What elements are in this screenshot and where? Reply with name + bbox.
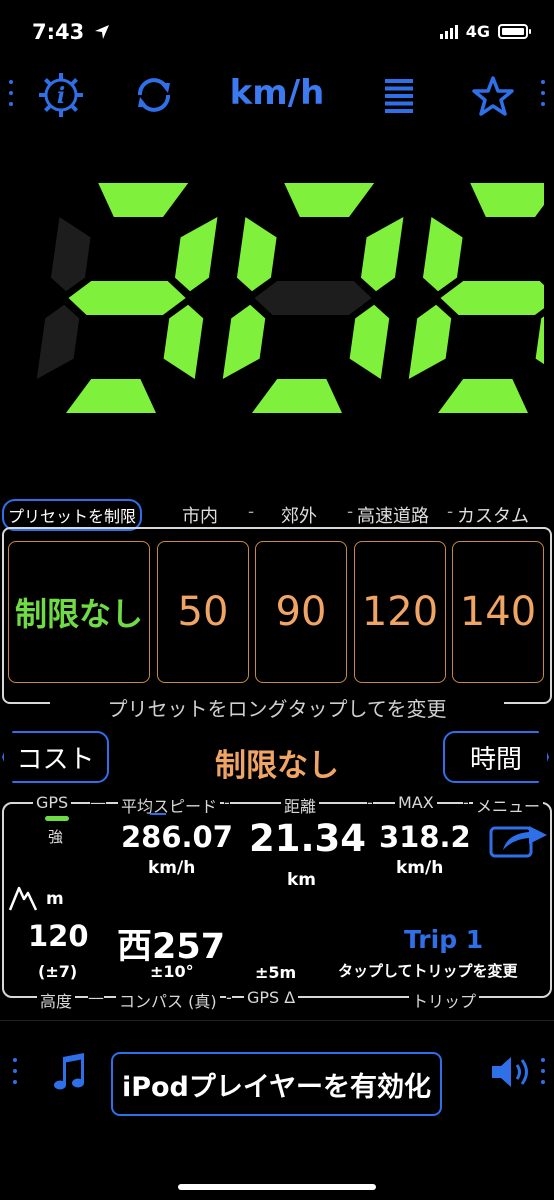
digit-0-segment-f	[50, 217, 91, 292]
digit-0-segment-c	[163, 304, 204, 379]
gps-delta-value: ±5m	[255, 963, 297, 982]
preset-cat-custom: カスタム	[457, 506, 529, 527]
time-button[interactable]: 時間	[443, 731, 549, 783]
max-speed-unit: km/h	[396, 858, 444, 878]
avg-speed-label: 平均スピード	[118, 793, 221, 817]
digit-0-segment-g	[68, 281, 186, 315]
bottom-right-dots-icon[interactable]	[541, 1058, 547, 1084]
digit-0-segment-e	[36, 304, 80, 379]
digit-2-segment-a	[470, 183, 544, 217]
altitude-label: 高度	[37, 988, 76, 1012]
home-indicator	[178, 1184, 376, 1190]
star-icon[interactable]	[472, 76, 514, 116]
trip-name[interactable]: Trip 1	[404, 925, 483, 954]
preset-90-button[interactable]: 90	[255, 541, 347, 683]
avg-speed-unit: km/h	[148, 858, 196, 878]
digit-2-segment-g	[440, 281, 544, 315]
digit-1-segment-e	[222, 304, 266, 379]
music-note-icon[interactable]	[53, 1053, 89, 1093]
digit-1-segment-f	[236, 217, 277, 292]
divider: -	[463, 793, 469, 812]
share-icon[interactable]	[489, 822, 551, 858]
divider: -	[447, 502, 454, 522]
divider: -	[367, 793, 373, 812]
ipod-enable-button[interactable]: iPodプレイヤーを有効化	[111, 1052, 442, 1116]
preset-none-button[interactable]: 制限なし	[8, 541, 150, 683]
compass-label: コンパス (真)	[116, 988, 220, 1012]
location-arrow-icon	[94, 25, 109, 39]
digit-1-segment-a	[284, 183, 375, 217]
list-icon[interactable]	[385, 79, 413, 113]
bottom-left-dots-icon[interactable]	[13, 1058, 19, 1084]
altitude-accuracy: (±7)	[38, 962, 78, 981]
digit-2-segment-f	[422, 217, 463, 292]
digit-0-segment-b	[174, 217, 218, 292]
avg-speed-value: 286.07	[121, 820, 233, 854]
signal-icon	[439, 24, 458, 39]
gps-label: GPS	[33, 793, 72, 812]
unit-toggle[interactable]: km/h	[0, 73, 554, 113]
digit-2-segment-c	[535, 316, 544, 365]
menu-label: メニュー	[473, 793, 544, 817]
max-speed-value: 318.2	[379, 820, 471, 854]
distance-unit: km	[287, 870, 317, 890]
divider: -	[226, 988, 232, 1007]
gps-delta-label: GPS Δ	[244, 988, 299, 1007]
digit-0-segment-d	[66, 379, 156, 413]
digit-1-segment-b	[360, 217, 404, 292]
trip-hint[interactable]: タップしてトリップを変更	[338, 960, 518, 981]
mountain-icon	[8, 886, 38, 911]
preset-140-button[interactable]: 140	[452, 541, 544, 683]
digit-1-segment-g	[254, 281, 372, 315]
trip-label: トリップ	[409, 988, 480, 1012]
digit-2-segment-e	[408, 304, 452, 379]
distance-label: 距離	[281, 793, 320, 817]
gps-strength: 強	[48, 828, 64, 846]
preset-cat-highway: 高速道路	[357, 506, 429, 527]
digit-2-segment-d	[438, 379, 528, 413]
preset-120-button[interactable]: 120	[354, 541, 446, 683]
divider: -	[248, 502, 255, 522]
divider: —	[88, 988, 104, 1007]
digit-0-segment-a	[98, 183, 189, 217]
compass-accuracy: ±10°	[150, 962, 194, 981]
divider: -	[224, 793, 230, 812]
battery-icon	[498, 24, 531, 39]
status-time: 7:43	[32, 20, 110, 44]
preset-footer-hint: プリセットをロングタップしてを変更	[50, 693, 504, 722]
preset-cat-city: 市内	[182, 506, 218, 527]
right-menu-dots-icon[interactable]	[541, 80, 547, 106]
max-label: MAX	[395, 793, 437, 812]
bottom-divider	[0, 1020, 554, 1021]
preset-50-button[interactable]: 50	[157, 541, 249, 683]
altitude-unit: m	[46, 889, 64, 909]
divider: —	[90, 793, 106, 812]
preset-cat-suburb: 郊外	[281, 506, 317, 527]
speed-display	[36, 183, 544, 413]
digit-1-segment-c	[349, 304, 390, 379]
digit-1-segment-d	[252, 379, 342, 413]
speaker-icon[interactable]	[489, 1052, 537, 1092]
avg-speed-indicator	[150, 813, 166, 815]
network-label: 4G	[465, 22, 490, 41]
distance-value: 21.34	[249, 817, 367, 860]
altitude-value: 120	[28, 919, 89, 953]
status-icons: 4G	[439, 22, 531, 41]
divider: -	[347, 502, 354, 522]
gps-strength-bar	[45, 816, 69, 821]
